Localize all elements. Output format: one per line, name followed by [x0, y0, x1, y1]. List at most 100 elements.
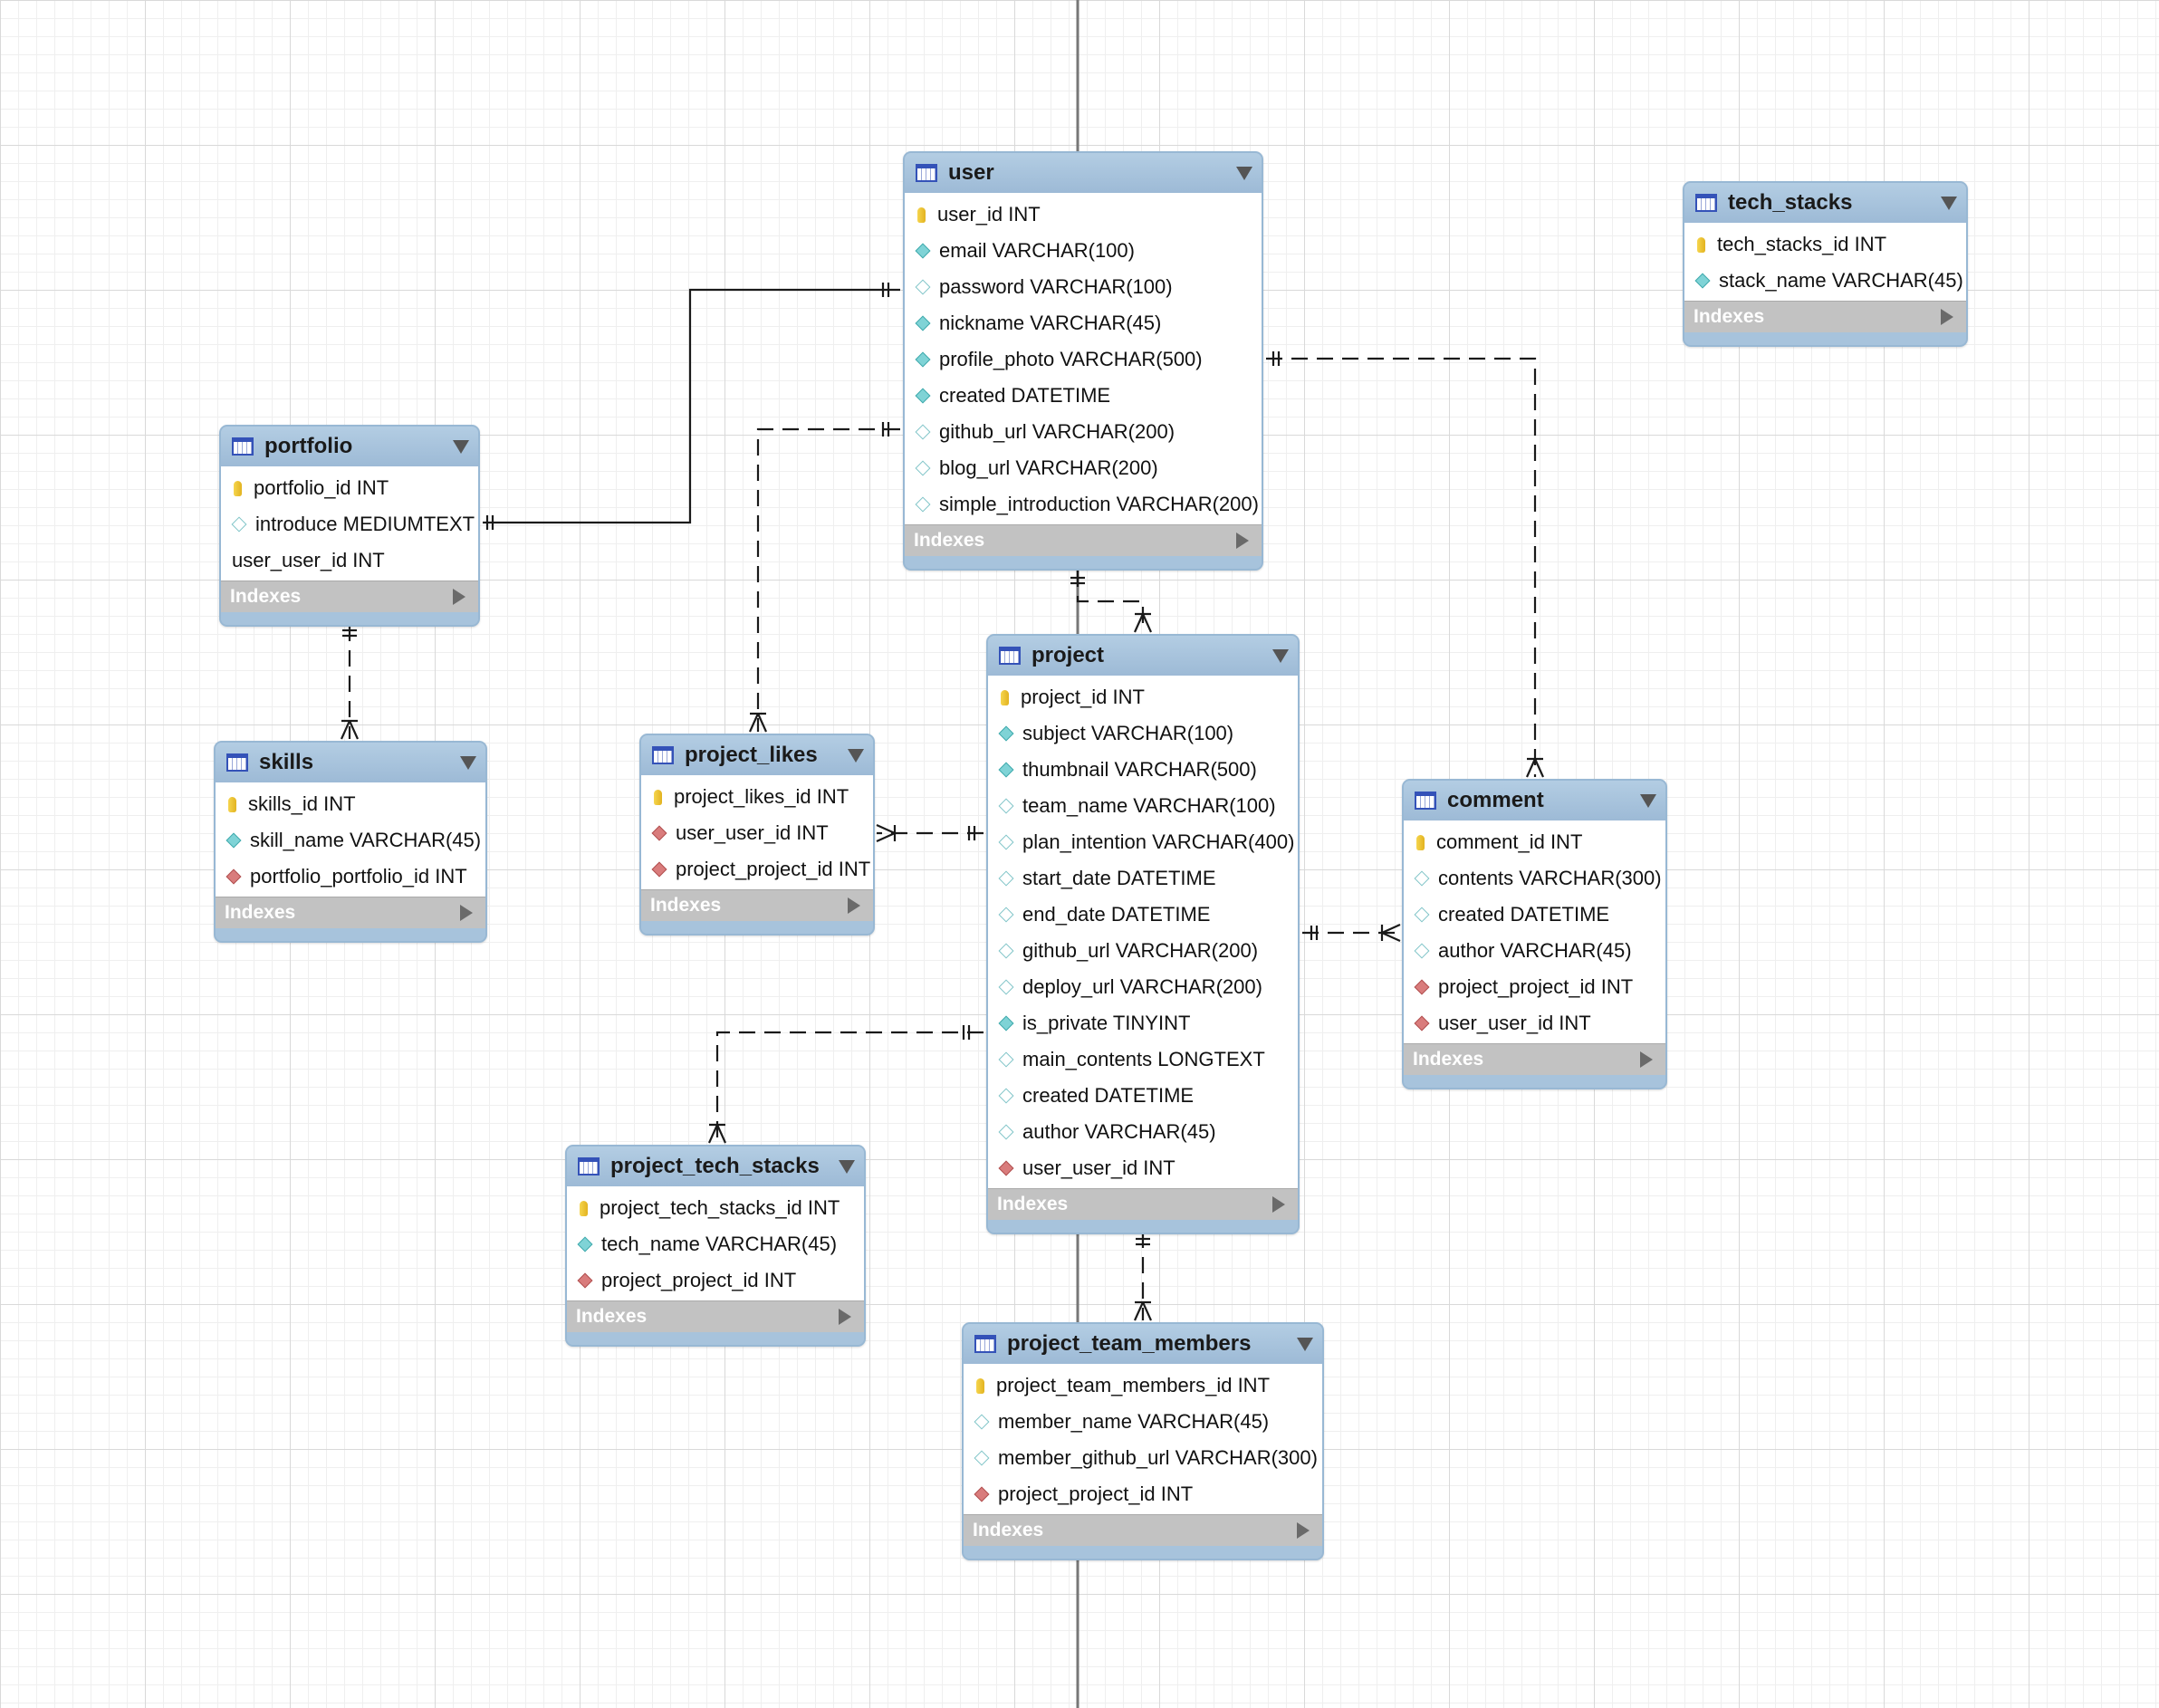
indexes-section[interactable]: Indexes [216, 897, 485, 928]
column-row[interactable]: password VARCHAR(100) [905, 269, 1262, 305]
table-header[interactable]: user [905, 153, 1262, 193]
table-tech-stacks[interactable]: tech_stacks tech_stacks_id INT stack_name … [1683, 181, 1968, 347]
table-skills[interactable]: skills skills_id INT skill_name VARCHAR(45… [214, 741, 487, 943]
table-comment[interactable]: comment comment_id INT contents VARCHAR(30… [1402, 779, 1667, 1089]
not-null-column-icon [577, 1236, 593, 1252]
expand-arrow-icon[interactable] [848, 897, 860, 914]
table-header[interactable]: comment [1404, 781, 1665, 820]
indexes-section[interactable]: Indexes [964, 1514, 1322, 1546]
column-row[interactable]: project_project_id INT [641, 851, 873, 888]
column-label: introduce MEDIUMTEXT [255, 513, 475, 535]
column-row[interactable]: github_url VARCHAR(200) [905, 414, 1262, 450]
indexes-section[interactable]: Indexes [221, 581, 478, 612]
collapse-arrow-icon[interactable] [839, 1159, 855, 1174]
column-row[interactable]: deploy_url VARCHAR(200) [988, 969, 1298, 1005]
table-portfolio[interactable]: portfolio portfolio_id INT introduce MEDIU… [219, 425, 480, 627]
table-header[interactable]: project_likes [641, 735, 873, 775]
expand-arrow-icon[interactable] [1272, 1196, 1285, 1213]
column-row[interactable]: skill_name VARCHAR(45) [216, 822, 485, 859]
column-row[interactable]: thumbnail VARCHAR(500) [988, 752, 1298, 788]
indexes-section[interactable]: Indexes [1404, 1043, 1665, 1075]
column-row[interactable]: author VARCHAR(45) [988, 1114, 1298, 1150]
column-row[interactable]: member_github_url VARCHAR(300) [964, 1440, 1322, 1476]
column-row[interactable]: contents VARCHAR(300) [1404, 860, 1665, 897]
expand-arrow-icon[interactable] [839, 1309, 851, 1325]
column-row[interactable]: project_likes_id INT [641, 779, 873, 815]
table-header[interactable]: project_team_members [964, 1324, 1322, 1364]
indexes-section[interactable]: Indexes [988, 1188, 1298, 1220]
column-row[interactable]: project_tech_stacks_id INT [567, 1190, 864, 1226]
column-row[interactable]: email VARCHAR(100) [905, 233, 1262, 269]
table-project-team-members[interactable]: project_team_members project_team_members… [962, 1322, 1324, 1560]
column-row[interactable]: tech_stacks_id INT [1684, 226, 1966, 263]
column-row[interactable]: profile_photo VARCHAR(500) [905, 341, 1262, 378]
column-row[interactable]: end_date DATETIME [988, 897, 1298, 933]
indexes-section[interactable]: Indexes [567, 1300, 864, 1332]
column-row[interactable]: author VARCHAR(45) [1404, 933, 1665, 969]
column-row[interactable]: subject VARCHAR(100) [988, 715, 1298, 752]
collapse-arrow-icon[interactable] [1640, 793, 1656, 808]
column-row[interactable]: tech_name VARCHAR(45) [567, 1226, 864, 1262]
column-row[interactable]: portfolio_id INT [221, 470, 478, 506]
column-row[interactable]: user_id INT [905, 197, 1262, 233]
table-name: project [1032, 643, 1105, 667]
expand-arrow-icon[interactable] [1640, 1051, 1653, 1068]
table-header[interactable]: skills [216, 743, 485, 782]
collapse-arrow-icon[interactable] [1236, 166, 1252, 180]
collapse-arrow-icon[interactable] [1941, 196, 1957, 210]
column-row[interactable]: portfolio_portfolio_id INT [216, 859, 485, 895]
collapse-arrow-icon[interactable] [848, 748, 864, 763]
column-row[interactable]: nickname VARCHAR(45) [905, 305, 1262, 341]
column-row[interactable]: project_project_id INT [1404, 969, 1665, 1005]
expand-arrow-icon[interactable] [1941, 309, 1953, 325]
indexes-section[interactable]: Indexes [1684, 301, 1966, 332]
column-row[interactable]: user_user_id INT [641, 815, 873, 851]
column-label: project_project_id INT [676, 858, 871, 880]
table-header[interactable]: project_tech_stacks [567, 1147, 864, 1186]
collapse-arrow-icon[interactable] [1272, 648, 1289, 663]
column-row[interactable]: created DATETIME [1404, 897, 1665, 933]
column-row[interactable]: skills_id INT [216, 786, 485, 822]
collapse-arrow-icon[interactable] [453, 439, 469, 454]
column-row[interactable]: github_url VARCHAR(200) [988, 933, 1298, 969]
table-project-tech-stacks[interactable]: project_tech_stacks project_tech_stacks_i… [565, 1145, 866, 1347]
column-row[interactable]: project_project_id INT [964, 1476, 1322, 1512]
column-row[interactable]: created DATETIME [988, 1078, 1298, 1114]
column-row[interactable]: member_name VARCHAR(45) [964, 1404, 1322, 1440]
collapse-arrow-icon[interactable] [460, 755, 476, 770]
table-user[interactable]: user user_id INT email VARCHAR(100) passwor… [903, 151, 1263, 571]
expand-arrow-icon[interactable] [460, 905, 473, 921]
table-project-likes[interactable]: project_likes project_likes_id INT user_us… [639, 734, 875, 936]
column-row[interactable]: project_project_id INT [567, 1262, 864, 1299]
column-row[interactable]: stack_name VARCHAR(45) [1684, 263, 1966, 299]
column-row[interactable]: user_user_id INT [221, 542, 478, 579]
expand-arrow-icon[interactable] [1297, 1522, 1310, 1539]
column-row[interactable]: start_date DATETIME [988, 860, 1298, 897]
column-row[interactable]: comment_id INT [1404, 824, 1665, 860]
column-row[interactable]: blog_url VARCHAR(200) [905, 450, 1262, 486]
column-row[interactable]: project_team_members_id INT [964, 1367, 1322, 1404]
column-row[interactable]: plan_intention VARCHAR(400) [988, 824, 1298, 860]
column-row[interactable]: introduce MEDIUMTEXT [221, 506, 478, 542]
column-row[interactable]: simple_introduction VARCHAR(200) [905, 486, 1262, 523]
expand-arrow-icon[interactable] [453, 589, 465, 605]
column-row[interactable]: created DATETIME [905, 378, 1262, 414]
column-row[interactable]: main_contents LONGTEXT [988, 1041, 1298, 1078]
collapse-arrow-icon[interactable] [1297, 1337, 1313, 1351]
er-diagram-canvas[interactable]: user user_id INT email VARCHAR(100) passwor… [0, 0, 2159, 1708]
column-row[interactable]: team_name VARCHAR(100) [988, 788, 1298, 824]
table-header[interactable]: tech_stacks [1684, 183, 1966, 223]
column-list: tech_stacks_id INT stack_name VARCHAR(45) [1684, 223, 1966, 301]
indexes-section[interactable]: Indexes [641, 889, 873, 921]
table-header[interactable]: project [988, 636, 1298, 676]
column-row[interactable]: user_user_id INT [988, 1150, 1298, 1186]
expand-arrow-icon[interactable] [1236, 533, 1249, 549]
primary-key-icon [917, 206, 926, 223]
indexes-section[interactable]: Indexes [905, 524, 1262, 556]
table-header[interactable]: portfolio [221, 427, 478, 466]
column-row[interactable]: is_private TINYINT [988, 1005, 1298, 1041]
table-project[interactable]: project project_id INT subject VARCHAR(100… [986, 634, 1300, 1234]
column-row[interactable]: project_id INT [988, 679, 1298, 715]
column-row[interactable]: user_user_id INT [1404, 1005, 1665, 1041]
indexes-label: Indexes [973, 1520, 1044, 1540]
